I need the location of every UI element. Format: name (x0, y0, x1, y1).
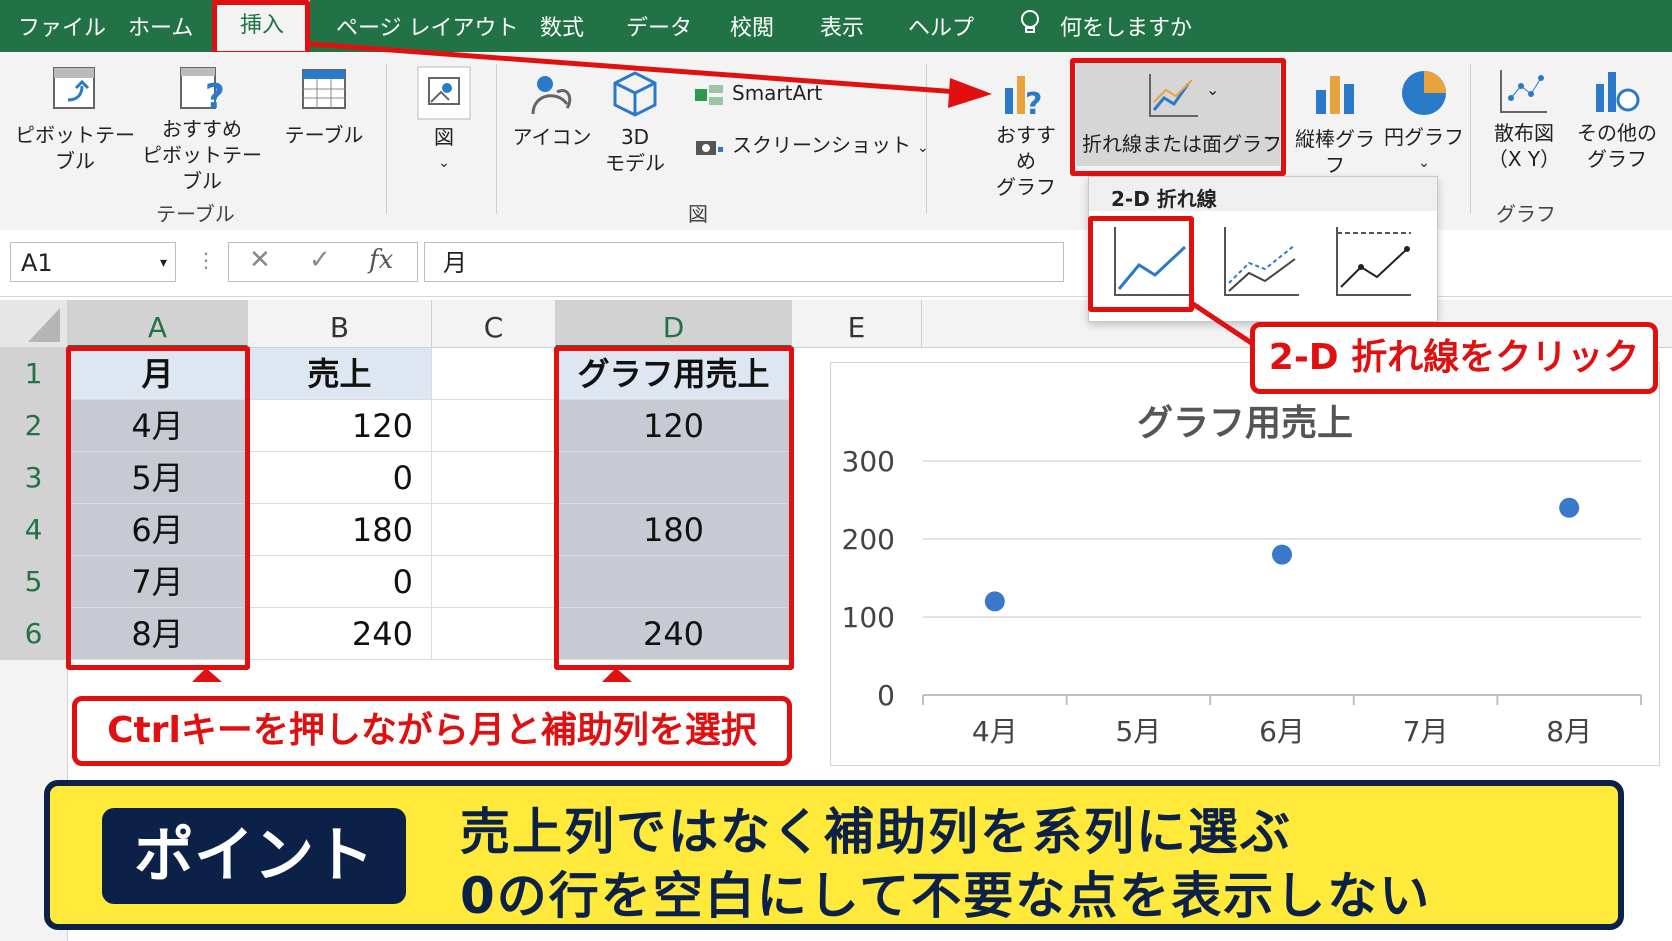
callout-ctrl-select: Ctrlキーを押しながら月と補助列を選択 (72, 696, 792, 766)
point-line-2: 0の行を空白にして不要な点を表示しない (460, 867, 1432, 925)
point-banner: ポイント 売上列ではなく補助列を系列に選ぶ 0の行を空白にして不要な点を表示しな… (44, 780, 1624, 930)
point-tag: ポイント (102, 808, 406, 904)
point-line-1: 売上列ではなく補助列を系列に選ぶ (460, 803, 1292, 861)
callout-click-2d-line: 2-D 折れ線をクリック (1250, 322, 1658, 394)
